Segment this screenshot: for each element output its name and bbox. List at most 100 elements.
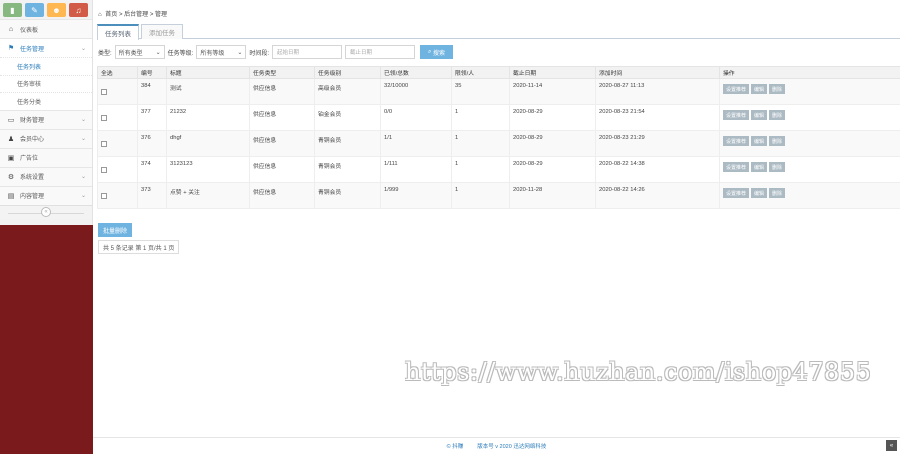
recommend-button[interactable]: 设置推荐 (723, 162, 750, 172)
recommend-button[interactable]: 设置推荐 (723, 110, 750, 120)
edit-button[interactable]: 编辑 (751, 84, 768, 94)
recommend-button[interactable]: 设置推荐 (723, 84, 750, 94)
cell-type: 供应信息 (249, 130, 315, 157)
type-select[interactable]: 所有类型 ⌄ (114, 45, 165, 59)
users-icon[interactable]: ☻ (47, 3, 66, 17)
wallet-icon: ▭ (7, 116, 15, 124)
chevron-down-icon: ⌄ (80, 174, 86, 180)
flag-icon: ⚑ (7, 45, 15, 52)
header-id: 编号 (137, 66, 167, 79)
breadcrumb-level1[interactable]: 后台管理 (124, 12, 148, 18)
breadcrumb-current: 管理 (155, 12, 168, 18)
chevron-down-icon: ⌄ (80, 45, 86, 52)
delete-button[interactable]: 删除 (769, 84, 786, 94)
breadcrumb: ⌂ 首页 > 后台管理 > 管理 (98, 9, 167, 18)
sidebar-subitem-task-list[interactable]: 任务列表 (0, 57, 92, 75)
header-select-all[interactable]: 全选 (97, 66, 138, 79)
cell-ops: 设置推荐 编辑 删除 (719, 130, 900, 157)
row-checkbox[interactable] (101, 192, 107, 199)
cell-limit: 1 (451, 130, 510, 157)
header-deadline: 截止日期 (509, 66, 596, 79)
sidebar-item-label: 会员中心 (20, 137, 45, 143)
cell-deadline: 2020-11-28 (509, 182, 596, 209)
sidebar-item-label: 财务管理 (20, 118, 45, 124)
level-filter-label: 任务等级: (167, 50, 194, 57)
cell-claimed: 0/0 (380, 104, 452, 131)
cell-ops: 设置推荐 编辑 删除 (719, 182, 900, 209)
delete-button[interactable]: 删除 (769, 110, 786, 120)
book-icon: ▤ (7, 192, 15, 200)
sidebar-item-label: 系统设置 (20, 175, 45, 181)
recommend-button[interactable]: 设置推荐 (723, 136, 750, 146)
cell-type: 供应信息 (249, 78, 315, 105)
delete-button[interactable]: 删除 (769, 188, 786, 198)
sidebar-item-dashboard[interactable]: ⌂ 仪表板 (0, 19, 92, 38)
tab-task-list[interactable]: 任务列表 (97, 24, 139, 40)
header-title: 标题 (166, 66, 250, 79)
table-row: 374 3123123 供应信息 青铜会员 1/111 1 2020-08-29… (97, 156, 900, 183)
header-limit: 限领/人 (451, 66, 510, 79)
scroll-top-button[interactable]: « (886, 440, 897, 451)
header-level: 任务级别 (314, 66, 381, 79)
delete-button[interactable]: 删除 (769, 136, 786, 146)
search-icon: ⌕ (427, 48, 432, 55)
sidebar-menu: ▮ ✎ ☻ ♫ ⌂ 仪表板 ⚑ 任务管理 ⌄ 任务列表 任务审核 任务分类 ▭ … (0, 0, 93, 225)
sidebar-item-label: 任务管理 (20, 46, 45, 53)
level-select[interactable]: 所有等级 ⌄ (196, 45, 247, 59)
cell-level: 青铜会员 (314, 156, 381, 183)
sidebar-item-member-center[interactable]: ♟ 会员中心 ⌄ (0, 128, 92, 148)
row-checkbox-cell (97, 104, 138, 131)
end-date-input[interactable]: 截止日期 (345, 45, 416, 59)
recommend-button[interactable]: 设置推荐 (723, 188, 750, 198)
cell-deadline: 2020-11-14 (509, 78, 596, 105)
time-filter-label: 时间段: (249, 50, 270, 57)
edit-button[interactable]: 编辑 (751, 110, 768, 120)
cell-added: 2020-08-22 14:26 (595, 182, 720, 209)
table-row: 384 测试 供应信息 高级会员 32/10000 35 2020-11-14 … (97, 78, 900, 105)
footer-copyright: © 抖赚 (446, 444, 464, 450)
search-button[interactable]: ⌕ 搜索 (420, 45, 454, 59)
start-date-input[interactable]: 起始日期 (272, 45, 343, 59)
sidebar-item-ads[interactable]: ▣ 广告位 (0, 147, 92, 167)
sidebar-subitem-task-category[interactable]: 任务分类 (0, 92, 92, 110)
bell-icon[interactable]: ♫ (69, 3, 88, 17)
sidebar-item-task-mgmt[interactable]: ⚑ 任务管理 ⌄ (0, 38, 92, 57)
gear-icon: ⚙ (7, 173, 15, 181)
edit-button[interactable]: 编辑 (751, 136, 768, 146)
cell-added: 2020-08-22 14:38 (595, 156, 720, 183)
footer: © 抖赚 版本号 v 2020 迅达网络科技 (93, 437, 900, 454)
sidebar-item-content-mgmt[interactable]: ▤ 内容管理 ⌄ (0, 185, 92, 205)
cell-deadline: 2020-08-29 (509, 104, 596, 131)
row-checkbox[interactable] (101, 88, 107, 95)
sidebar-item-finance[interactable]: ▭ 财务管理 ⌄ (0, 109, 92, 129)
edit-button[interactable]: 编辑 (751, 162, 768, 172)
cell-id: 374 (137, 156, 167, 183)
bulk-delete-button[interactable]: 批量删除 (98, 223, 132, 237)
sidebar-item-system-settings[interactable]: ⚙ 系统设置 ⌄ (0, 166, 92, 186)
tab-add-task[interactable]: 添加任务 (141, 24, 183, 39)
sidebar-collapse-toggle[interactable]: « (0, 204, 92, 219)
sidebar-item-label: 仪表板 (20, 27, 39, 34)
cell-limit: 1 (451, 182, 510, 209)
breadcrumb-home[interactable]: 首页 (105, 12, 117, 18)
pencil-icon[interactable]: ✎ (25, 3, 44, 17)
cell-limit: 1 (451, 104, 510, 131)
row-checkbox[interactable] (101, 166, 107, 173)
breadcrumb-separator: > (118, 12, 123, 18)
row-checkbox[interactable] (101, 140, 107, 147)
row-checkbox[interactable] (101, 114, 107, 121)
delete-button[interactable]: 删除 (769, 162, 786, 172)
cell-title: dhgf (166, 130, 250, 157)
cell-title: 3123123 (166, 156, 250, 183)
cell-level: 青铜会员 (314, 182, 381, 209)
pagination-info: 共 5 条记录 第 1 页/共 1 页 (98, 240, 180, 254)
task-table: 全选 编号 标题 任务类型 任务级别 已领/总数 限领/人 截止日期 添加时间 … (97, 66, 900, 209)
cell-id: 377 (137, 104, 167, 131)
filter-bar: 类型: 所有类型 ⌄ 任务等级: 所有等级 ⌄ 时间段: 起始日期 截止日期 ⌕… (98, 45, 454, 59)
cell-title: 点赞 + 关注 (166, 182, 250, 209)
shortcut-bar: ▮ ✎ ☻ ♫ (0, 0, 92, 19)
header-claimed: 已领/总数 (380, 66, 452, 79)
edit-button[interactable]: 编辑 (751, 188, 768, 198)
bar-chart-icon[interactable]: ▮ (3, 3, 22, 17)
sidebar-subitem-task-review[interactable]: 任务审核 (0, 74, 92, 92)
